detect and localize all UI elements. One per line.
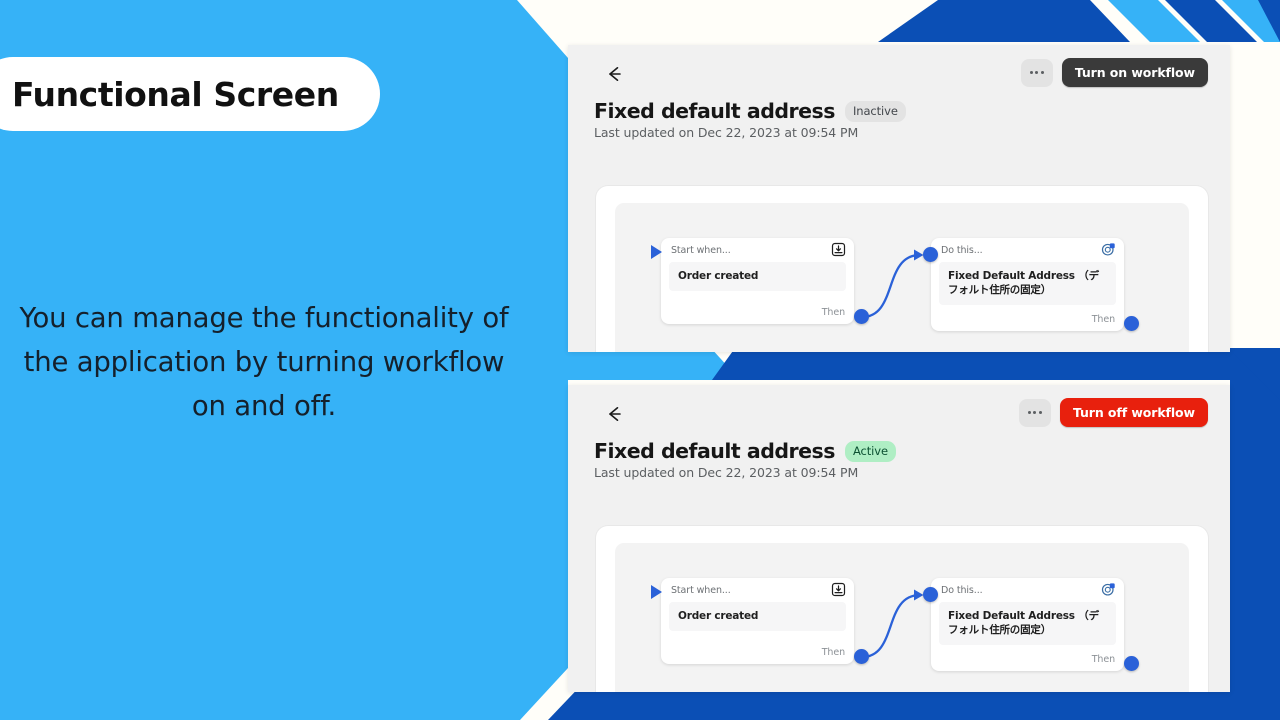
header-actions-inactive: Turn on workflow — [1020, 58, 1208, 87]
turn-on-workflow-button[interactable]: Turn on workflow — [1061, 58, 1208, 87]
workflow-canvas-card-active: Start when... Order created Then Do this… — [596, 526, 1208, 692]
trigger-output-dot-inactive[interactable] — [854, 309, 869, 324]
panel-header-active: Turn off workflow Fixed default address … — [568, 385, 1230, 535]
more-horizontal-icon — [1040, 71, 1044, 74]
more-horizontal-icon — [1033, 411, 1037, 414]
app-badge-icon — [1101, 582, 1116, 597]
app-badge-icon — [1101, 242, 1116, 257]
action-input-dot-active[interactable] — [923, 587, 938, 602]
action-input-dot-inactive[interactable] — [923, 247, 938, 262]
action-node-title-active: Fixed Default Address （デフォルト住所の固定） — [939, 602, 1116, 645]
workflow-screenshot-active: Turn off workflow Fixed default address … — [568, 385, 1230, 692]
status-badge-inactive: Inactive — [844, 100, 906, 122]
more-horizontal-icon — [1027, 411, 1031, 414]
trigger-output-dot-active[interactable] — [854, 649, 869, 664]
workflow-canvas-card-inactive: Start when... Order created Then Do this… — [596, 186, 1208, 352]
trigger-then-label-active: Then — [821, 647, 845, 658]
workflow-screenshot-inactive: Turn on workflow Fixed default address I… — [568, 45, 1230, 352]
decor-navy-mid-band — [712, 348, 1280, 380]
workflow-canvas-active: Start when... Order created Then Do this… — [615, 543, 1189, 692]
trigger-node-active[interactable]: Start when... Order created Then — [661, 578, 854, 664]
back-button-active[interactable] — [602, 402, 626, 426]
action-node-header-inactive: Do this... — [931, 238, 1124, 262]
action-output-dot-active[interactable] — [1124, 656, 1139, 671]
trigger-node-header-active: Start when... — [661, 578, 854, 602]
trigger-start-marker-inactive — [651, 245, 662, 259]
more-options-button-inactive[interactable] — [1020, 58, 1053, 87]
action-then-label-active: Then — [1091, 654, 1115, 665]
trigger-header-label-active: Start when... — [671, 584, 731, 596]
trigger-node-title-active: Order created — [669, 602, 846, 631]
action-node-title-inactive: Fixed Default Address （デフォルト住所の固定） — [939, 262, 1116, 305]
workflow-canvas-inactive: Start when... Order created Then Do this… — [615, 203, 1189, 352]
trigger-then-label-inactive: Then — [821, 307, 845, 318]
more-horizontal-icon — [1029, 71, 1033, 74]
more-options-button-active[interactable] — [1018, 398, 1051, 427]
last-updated-active: Last updated on Dec 22, 2023 at 09:54 PM — [594, 465, 859, 480]
back-button-inactive[interactable] — [602, 62, 626, 86]
panel-title-row-inactive: Fixed default address Inactive — [594, 99, 906, 123]
trigger-header-label-inactive: Start when... — [671, 244, 731, 256]
slide-title-pill: Functional Screen — [0, 57, 380, 131]
inbox-download-icon — [831, 242, 846, 257]
panel-header-inactive: Turn on workflow Fixed default address I… — [568, 45, 1230, 195]
trigger-node-title-inactive: Order created — [669, 262, 846, 291]
decor-navy-right-diagonal — [1232, 352, 1280, 720]
inbox-download-icon — [831, 582, 846, 597]
trigger-node-inactive[interactable]: Start when... Order created Then — [661, 238, 854, 324]
more-horizontal-icon — [1038, 411, 1042, 414]
action-header-label-inactive: Do this... — [941, 244, 983, 256]
action-node-header-active: Do this... — [931, 578, 1124, 602]
trigger-start-marker-active — [651, 585, 662, 599]
workflow-name-active: Fixed default address — [594, 439, 835, 463]
arrow-left-icon — [609, 407, 621, 421]
header-actions-active: Turn off workflow — [1018, 398, 1208, 427]
action-node-inactive[interactable]: Do this... Fixed Default Address （デフォルト住… — [931, 238, 1124, 331]
status-badge-active: Active — [844, 440, 896, 462]
action-then-label-inactive: Then — [1091, 314, 1115, 325]
panel-title-row-active: Fixed default address Active — [594, 439, 896, 463]
trigger-node-header-inactive: Start when... — [661, 238, 854, 262]
arrow-left-icon — [609, 67, 621, 81]
action-node-active[interactable]: Do this... Fixed Default Address （デフォルト住… — [931, 578, 1124, 671]
page-title: Functional Screen — [12, 74, 339, 114]
action-output-dot-inactive[interactable] — [1124, 316, 1139, 331]
last-updated-inactive: Last updated on Dec 22, 2023 at 09:54 PM — [594, 125, 859, 140]
action-header-label-active: Do this... — [941, 584, 983, 596]
turn-off-workflow-button[interactable]: Turn off workflow — [1059, 398, 1208, 427]
more-horizontal-icon — [1035, 71, 1039, 74]
workflow-name-inactive: Fixed default address — [594, 99, 835, 123]
slide-body-text: You can manage the functionality of the … — [19, 302, 509, 422]
